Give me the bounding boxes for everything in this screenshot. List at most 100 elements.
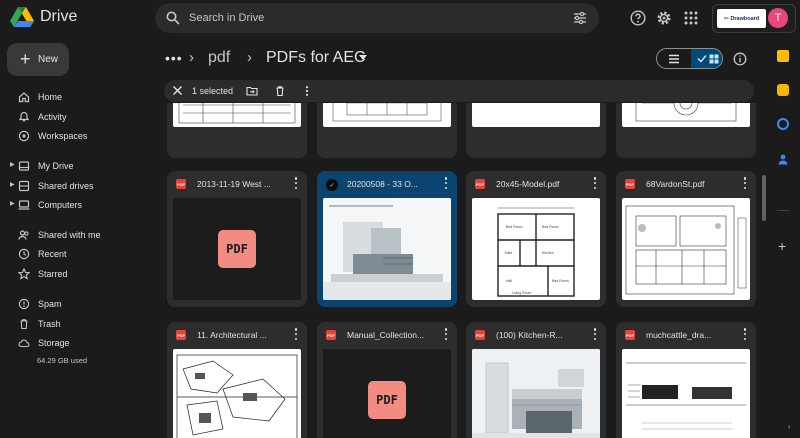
more-vert-icon[interactable] (293, 328, 299, 340)
breadcrumb-pdf[interactable]: pdf (208, 49, 230, 67)
expand-caret-icon[interactable]: ▶ (10, 200, 15, 207)
keep-icon[interactable] (777, 84, 789, 96)
home-icon (18, 92, 30, 103)
chevron-right-icon[interactable]: › (788, 424, 790, 431)
cloud-icon (18, 339, 30, 348)
file-thumbnail (622, 103, 750, 127)
file-card-header: ✓ 20200508 - 33 O... (319, 173, 455, 195)
sidebar-item-trash[interactable]: Trash (0, 316, 160, 334)
file-card-selected[interactable]: ✓ 20200508 - 33 O... (317, 171, 457, 307)
site-plan-thumbnail (625, 205, 747, 295)
drive-logo[interactable]: Drive (10, 6, 77, 28)
file-thumbnail (622, 349, 750, 438)
svg-text:Living Room: Living Room (512, 291, 532, 295)
sidebar-item-activity[interactable]: Activity (0, 109, 160, 127)
selection-count: 1 selected (192, 86, 234, 96)
file-thumbnail (622, 198, 750, 300)
arrow-left-icon: ⇦ (723, 15, 729, 22)
search-options-icon[interactable] (573, 11, 587, 25)
breadcrumb-more-button[interactable]: ••• (165, 50, 183, 66)
file-card[interactable] (167, 103, 307, 158)
file-name: 20x45-Model.pdf (496, 179, 560, 189)
drawboard-label: Drawboard (730, 15, 760, 22)
calendar-icon[interactable] (777, 50, 789, 62)
file-card[interactable]: PDF 2013-11-19 West ... PDF (167, 171, 307, 307)
document-thumbnail (472, 103, 600, 127)
gear-icon[interactable] (656, 10, 672, 26)
sidebar-item-spam[interactable]: Spam (0, 296, 160, 314)
file-card[interactable] (466, 103, 606, 158)
top-bar: Drive Search in Drive ⇦ Drawboard T (0, 0, 800, 36)
file-thumbnail: PDF (323, 349, 451, 438)
add-addon-button[interactable]: + (778, 239, 786, 253)
search-input[interactable] (189, 9, 529, 27)
help-icon[interactable] (630, 10, 646, 26)
pdf-file-icon: PDF (625, 179, 635, 189)
sidebar-item-home[interactable]: Home (0, 89, 160, 107)
list-view-button[interactable] (657, 49, 691, 68)
file-thumbnail: PDF (173, 198, 301, 300)
more-vert-icon[interactable] (592, 177, 598, 189)
move-to-folder-icon[interactable] (246, 85, 258, 97)
trash-icon (20, 319, 28, 330)
file-name: 68VardonSt.pdf (646, 179, 705, 189)
file-card[interactable]: PDF (100) Kitchen-R... (466, 322, 606, 438)
expand-caret-icon[interactable]: ▶ (10, 161, 15, 168)
apps-grid-icon[interactable] (683, 10, 699, 26)
more-vert-icon[interactable] (742, 328, 748, 340)
more-vert-icon[interactable] (742, 177, 748, 189)
spam-icon (18, 298, 30, 310)
close-icon[interactable] (172, 85, 183, 96)
activity-icon (18, 111, 30, 122)
file-thumbnail (323, 198, 451, 300)
more-vert-icon[interactable] (592, 328, 598, 340)
elevation-thumbnail (626, 362, 746, 430)
file-card[interactable]: PDF 11. Architectural ... (167, 322, 307, 438)
star-icon (18, 268, 30, 280)
file-card[interactable]: PDF 68VardonSt.pdf (616, 171, 756, 307)
more-vert-icon[interactable] (301, 85, 313, 97)
grid-view-icon (709, 54, 718, 63)
sidebar-item-starred[interactable]: Starred (0, 266, 160, 284)
new-button[interactable]: + New (7, 43, 69, 76)
sidebar-item-shared-drives[interactable]: ▶ Shared drives (0, 178, 160, 196)
file-card[interactable] (317, 103, 457, 158)
svg-text:Bed Room: Bed Room (506, 225, 523, 229)
drawing-thumbnail (635, 103, 737, 122)
svg-text:Kitchen: Kitchen (542, 251, 554, 255)
file-card[interactable]: PDF Manual_Collection... PDF (317, 322, 457, 438)
file-card[interactable] (616, 103, 756, 158)
info-icon[interactable] (733, 52, 747, 66)
sidebar-item-computers[interactable]: ▶ Computers (0, 197, 160, 215)
breadcrumb-current-folder[interactable]: PDFs for AEC (266, 49, 366, 67)
tasks-icon[interactable] (777, 118, 789, 130)
chevron-down-icon[interactable] (359, 55, 367, 61)
sidebar-item-recent[interactable]: Recent (0, 246, 160, 264)
file-thumbnail: Bed Room Bed Room Toilet Kitchen Hall Bed R… (472, 198, 600, 300)
floor-plan-thumbnail: Bed Room Bed Room Toilet Kitchen Hall Bed R… (497, 207, 575, 297)
contacts-icon[interactable] (777, 152, 789, 165)
sidebar-item-shared-with-me[interactable]: Shared with me (0, 227, 160, 245)
file-card[interactable]: PDF 20x45-Model.pdf Bed Room Bed Room To… (466, 171, 606, 307)
file-thumbnail (323, 103, 451, 127)
file-card[interactable]: PDF muchcattle_dra... (616, 322, 756, 438)
rail-divider (777, 210, 789, 211)
pdf-file-icon: PDF (475, 330, 485, 340)
sidebar-item-storage[interactable]: Storage (0, 335, 160, 353)
trash-icon[interactable] (274, 85, 286, 97)
file-name: 20200508 - 33 O... (347, 179, 418, 189)
file-name: 11. Architectural ... (197, 330, 267, 340)
sidebar-item-workspaces[interactable]: Workspaces (0, 128, 160, 146)
grid-view-button[interactable] (691, 49, 722, 68)
my-drive-icon (18, 161, 30, 171)
sidebar-item-my-drive[interactable]: ▶ My Drive (0, 158, 160, 176)
search-bar[interactable] (155, 3, 599, 33)
more-vert-icon[interactable] (293, 177, 299, 189)
file-card-header: PDF Manual_Collection... (317, 322, 457, 346)
more-vert-icon[interactable] (443, 328, 449, 340)
expand-caret-icon[interactable]: ▶ (10, 181, 15, 188)
checkmark-circle-icon[interactable]: ✓ (326, 179, 338, 191)
more-vert-icon[interactable] (443, 177, 449, 189)
avatar[interactable]: T (768, 8, 788, 28)
file-card-header: PDF 11. Architectural ... (167, 322, 307, 346)
